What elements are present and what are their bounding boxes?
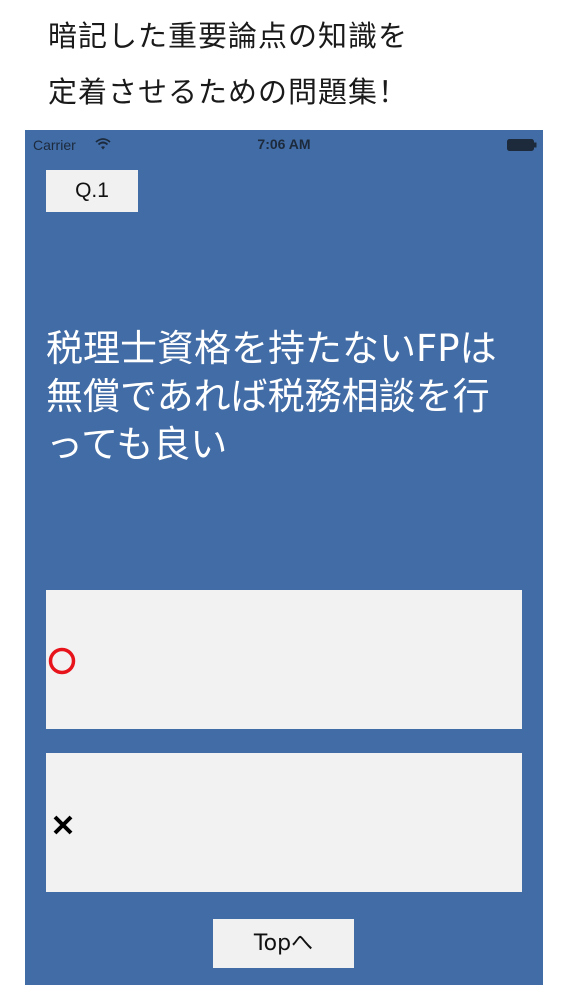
status-bar: Carrier 7:06 AM [25,130,543,160]
headline-line-1: 暗記した重要論点の知識を [48,19,409,53]
battery-icon [507,139,537,151]
answer-true-button[interactable] [46,590,522,729]
promo-headline: 暗記した重要論点の知識を 定着させるための問題集！ [48,8,548,120]
circle-icon [48,647,76,675]
cross-icon [53,815,73,835]
status-time: 7:06 AM [257,136,311,152]
question-text: 税理士資格を持たないFPは無償であれば税務相談を行っても良い [46,327,497,466]
phone-screen: Carrier 7:06 AM Q.1 税理士資格を持たないFPは無償であれば税… [25,130,543,985]
question-number-badge: Q.1 [46,170,138,212]
headline-line-2: 定着させるための問題集！ [48,75,409,109]
answer-false-button[interactable] [46,753,522,892]
top-button[interactable]: Topへ [213,919,354,968]
